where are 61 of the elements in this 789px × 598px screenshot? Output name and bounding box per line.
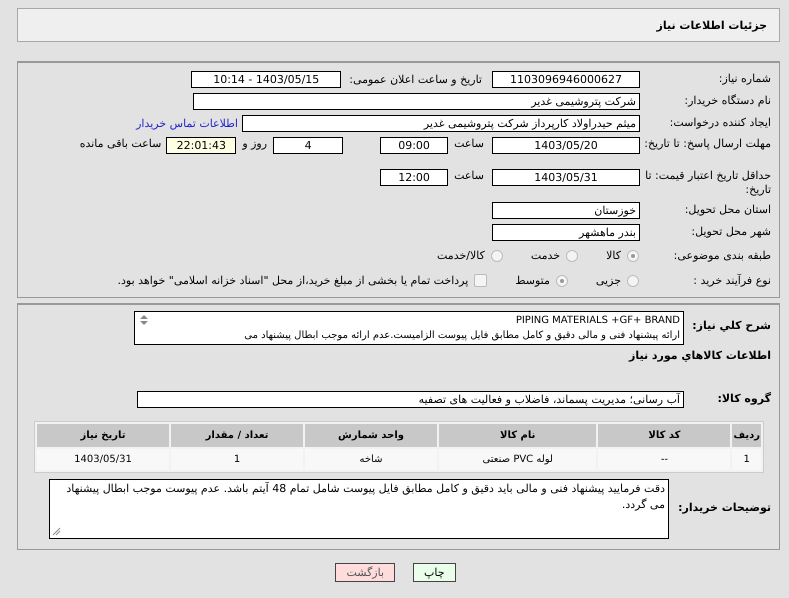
- field-label: طبقه بندی موضوعی:: [672, 248, 772, 262]
- date-field: 1403/05/31: [492, 169, 640, 186]
- need-number-field: 1103096946000627: [492, 70, 640, 88]
- radio-label: کالا/خدمت: [437, 249, 485, 262]
- radio-button[interactable]: [627, 274, 639, 286]
- column-header: تعداد / مقدار: [171, 424, 303, 447]
- column-header: واحد شمارش: [305, 424, 437, 447]
- announce-date-field: 1403/05/15 - 10:14: [191, 70, 342, 88]
- field-label: استان محل تحویل:: [684, 203, 772, 217]
- column-header: کد کالا: [598, 424, 730, 447]
- field-label: نوع فرآیند خرید :: [692, 274, 772, 288]
- field-label: حداقل تاریخ اعتبار قیمت: تا تاریخ:: [644, 169, 772, 197]
- column-header: ردیف: [732, 424, 761, 447]
- print-button[interactable]: چاپ: [413, 563, 456, 582]
- table-cell: 1: [171, 449, 303, 470]
- field-label: شهر محل تحویل:: [690, 225, 772, 239]
- table-cell: 1403/05/31: [37, 449, 169, 470]
- buyer-notes-field: دقت فرمایید پیشنهاد فنی و مالی باید دقیق و کامل مطابق فایل پیوست شامل تمام 48 آیتم باشد. عدم پیوست موجب ابطال پیشنهاد می گردد.: [49, 479, 669, 539]
- field-label: نام دستگاه خریدار:: [683, 94, 772, 108]
- date-field: 1403/05/20: [492, 137, 640, 154]
- table-cell: 1: [732, 449, 761, 470]
- contact-link[interactable]: اطلاعات تماس خریدار: [136, 116, 238, 130]
- radio-label: خدمت: [530, 249, 560, 262]
- radio-button[interactable]: [627, 250, 639, 262]
- radio-button[interactable]: [556, 274, 568, 286]
- remaining-label: ساعت باقی مانده: [80, 137, 162, 150]
- column-header: تاریخ نیاز: [37, 424, 169, 447]
- checkbox-label: پرداخت تمام یا بخشی از مبلغ خرید،از محل "اسناد خزانه اسلامی" خواهد بود.: [118, 274, 468, 287]
- requester-field: میثم حیدراولاد کارپرداز شرکت پتروشیمی غدیر: [242, 114, 640, 132]
- time-label: ساعت: [454, 137, 484, 150]
- remaining-time-field: 22:01:43: [166, 137, 236, 154]
- time-field: 09:00: [380, 137, 448, 154]
- goods-group-field: آب رسانی؛ مدیریت پسماند، فاضلاب و فعالیت های تصفیه: [137, 390, 684, 408]
- table-cell: --: [598, 449, 730, 470]
- time-field: 12:00: [380, 169, 448, 186]
- time-label: ساعت: [454, 169, 484, 182]
- column-header: نام کالا: [439, 424, 596, 447]
- table-cell: لوله PVC صنعتی: [439, 449, 596, 470]
- buyer-field: شرکت پتروشیمی غدیر: [193, 92, 640, 110]
- province-field: خوزستان: [492, 202, 640, 218]
- field-label: گروه کالا:: [716, 392, 772, 406]
- back-button[interactable]: بازگشت: [335, 563, 396, 582]
- days-label: روز و: [242, 137, 268, 150]
- days-field: 4: [273, 137, 344, 154]
- radio-label: جزیی: [596, 274, 621, 287]
- checkbox[interactable]: [474, 274, 488, 287]
- field-label: شماره نیاز:: [718, 72, 772, 86]
- radio-label: کالا: [606, 249, 621, 262]
- field-label: مهلت ارسال پاسخ: تا تاریخ:: [643, 137, 772, 151]
- radio-button[interactable]: [566, 250, 578, 262]
- radio-button[interactable]: [490, 250, 503, 262]
- radio-label: متوسط: [515, 274, 550, 287]
- field-label: تاریخ و ساعت اعلان عمومی:: [349, 72, 482, 86]
- resize-grip-icon[interactable]: [52, 527, 61, 536]
- table-cell: شاخه: [305, 449, 437, 470]
- field-label: ایجاد کننده درخواست:: [668, 116, 772, 130]
- page-header: جزئیات اطلاعات نیاز: [17, 8, 780, 42]
- section-title: اطلاعات کالاهاي مورد نياز: [628, 349, 772, 363]
- city-field: بندر ماهشهر: [492, 224, 640, 240]
- field-label: توضیحات خریدار:: [677, 500, 772, 515]
- field-label: شرح کلي نياز:: [691, 318, 772, 333]
